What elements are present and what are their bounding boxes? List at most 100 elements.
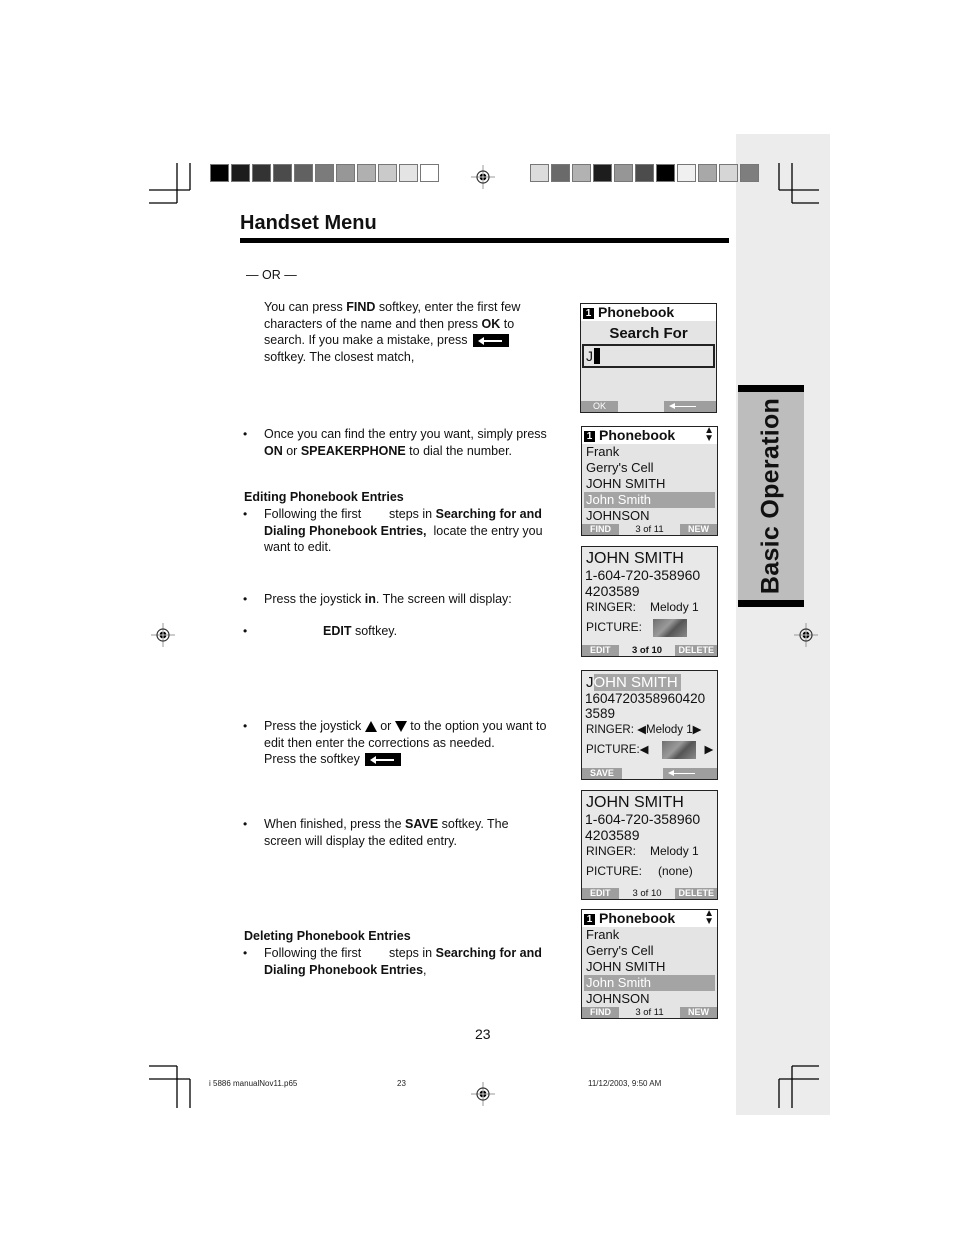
edit-step-softkey: EDIT softkey.: [323, 624, 398, 638]
text-cursor: [594, 348, 600, 364]
list-item-selected[interactable]: John Smith: [584, 492, 715, 508]
color-swatch: [378, 164, 397, 182]
list-item[interactable]: Gerry's Cell: [582, 943, 717, 959]
color-swatch: [551, 164, 570, 182]
entry-phone: 1-604-720-358960: [585, 811, 701, 827]
screen-edited-entry: JOHN SMITH 1-604-720-358960 4203589 RING…: [581, 790, 718, 900]
edit-softkey[interactable]: EDIT: [582, 888, 619, 899]
list-item[interactable]: Frank: [582, 444, 717, 460]
save-softkey[interactable]: SAVE: [582, 768, 622, 779]
new-softkey[interactable]: NEW: [679, 524, 717, 535]
crop-mark-top-right: [778, 163, 819, 204]
back-arrow-softkey[interactable]: [663, 768, 717, 779]
softkey-bar: EDIT 3 of 10 DELETE: [582, 888, 717, 899]
name-field[interactable]: JOHN SMITH: [582, 671, 717, 691]
bullet: •: [243, 507, 248, 521]
color-bar-right: [530, 164, 761, 182]
screen-title: Phonebook: [598, 304, 675, 320]
bullet: •: [243, 946, 248, 960]
ok-softkey[interactable]: OK: [581, 401, 619, 412]
screen-phonebook-list-2: 1 Phonebook ▲ ▼ Frank Gerry's Cell JOHN SMI…: [581, 909, 718, 1019]
color-swatch: [294, 164, 313, 182]
edit-step-joystick: Press the joystick in. The screen will d…: [264, 592, 512, 606]
deleting-heading: Deleting Phonebook Entries: [244, 929, 411, 943]
color-swatch: [677, 164, 696, 182]
entry-position: 3 of 11: [635, 1007, 664, 1018]
left-arrow-icon[interactable]: ◀: [637, 724, 646, 736]
bullet: •: [243, 719, 248, 733]
color-swatch: [719, 164, 738, 182]
registration-mark-top: [471, 165, 495, 189]
color-swatch: [210, 164, 229, 182]
right-arrow-icon[interactable]: ▶: [693, 724, 702, 736]
color-swatch: [572, 164, 591, 182]
line-badge: 1: [583, 308, 594, 319]
list-item[interactable]: JOHN SMITH: [582, 476, 717, 492]
color-swatch: [273, 164, 292, 182]
color-swatch: [593, 164, 612, 182]
screen-phonebook-list: 1 Phonebook ▲ ▼ Frank Gerry's Cell JOHN SMI…: [581, 426, 718, 536]
picture-thumbnail: [653, 618, 688, 637]
find-softkey[interactable]: FIND: [582, 524, 619, 535]
edit-step-locate: Following the first steps in Searching f…: [264, 507, 547, 554]
back-arrow-softkey[interactable]: [664, 401, 716, 412]
left-arrow-icon[interactable]: ◀: [640, 744, 649, 756]
footer-filename: i 5886 manualNov11.p65: [209, 1079, 298, 1088]
edit-step-save: When finished, press the SAVE softkey. T…: [264, 817, 509, 848]
right-arrow-icon[interactable]: ▶: [705, 744, 714, 756]
registration-mark-right: [794, 623, 818, 647]
entry-position: 3 of 11: [635, 524, 664, 535]
bullet: •: [243, 592, 248, 606]
entry-position: 3 of 10: [632, 888, 662, 899]
picture-row: PICTURE: (none): [586, 864, 693, 878]
color-swatch: [315, 164, 334, 182]
registration-mark-left: [151, 623, 175, 647]
phone-field-cont[interactable]: 3589: [582, 706, 717, 721]
line-badge: 1: [584, 431, 595, 442]
search-input[interactable]: J: [582, 344, 715, 368]
bullet: •: [243, 817, 248, 831]
softkey-bar: FIND 3 of 11 NEW: [582, 1007, 717, 1018]
screen-header: 1 Phonebook ▲ ▼: [582, 910, 717, 927]
list-item-selected[interactable]: John Smith: [584, 975, 715, 991]
title-rule: [240, 238, 729, 243]
list-item[interactable]: JOHN SMITH: [582, 959, 717, 975]
scroll-updown-icon: ▲ ▼: [704, 909, 714, 927]
color-swatch: [399, 164, 418, 182]
registration-mark-bottom: [471, 1082, 495, 1106]
back-arrow-softkey-icon: [365, 753, 402, 767]
color-swatch: [336, 164, 355, 182]
entry-name: JOHN SMITH: [586, 794, 684, 811]
entry-phone-cont: 4203589: [585, 583, 640, 599]
footer-timestamp: 11/12/2003, 9:50 AM: [588, 1079, 662, 1088]
delete-softkey[interactable]: DELETE: [675, 888, 717, 899]
list-item[interactable]: JOHNSON: [582, 991, 717, 1007]
color-bar-left: [210, 164, 441, 182]
softkey-bar: EDIT 3 of 10 DELETE: [582, 645, 717, 656]
editing-heading: Editing Phonebook Entries: [244, 490, 404, 504]
find-softkey[interactable]: FIND: [582, 1007, 619, 1018]
phone-field[interactable]: 1604720358960420: [582, 691, 717, 706]
entry-phone: 1-604-720-358960: [585, 567, 701, 583]
picture-selector[interactable]: PICTURE:◀ ▶: [582, 739, 717, 761]
list-item[interactable]: Gerry's Cell: [582, 460, 717, 476]
color-swatch: [357, 164, 376, 182]
screen-edit-entry: JOHN SMITH 1604720358960420 3589 RINGER:…: [581, 670, 718, 780]
entry-name: JOHN SMITH: [586, 550, 684, 567]
ringer-row: RINGER: Melody 1: [586, 600, 699, 614]
ringer-selector[interactable]: RINGER: ◀Melody 1▶: [582, 721, 717, 739]
list-item[interactable]: Frank: [582, 927, 717, 943]
section-tab-label: Basic Operation: [756, 397, 785, 595]
softkey-bar: OK: [581, 401, 716, 412]
ringer-row: RINGER: Melody 1: [586, 844, 699, 858]
edit-softkey[interactable]: EDIT: [582, 645, 619, 656]
joystick-down-icon: [394, 721, 407, 733]
picture-row: PICTURE:: [582, 616, 717, 638]
delete-softkey[interactable]: DELETE: [675, 645, 717, 656]
new-softkey[interactable]: NEW: [679, 1007, 717, 1018]
list-item[interactable]: JOHNSON: [582, 508, 717, 524]
screen-header: 1 Phonebook ▲ ▼: [582, 427, 717, 444]
back-arrow-softkey-icon: [473, 334, 510, 348]
color-swatch: [740, 164, 759, 182]
bullet: •: [243, 427, 248, 441]
